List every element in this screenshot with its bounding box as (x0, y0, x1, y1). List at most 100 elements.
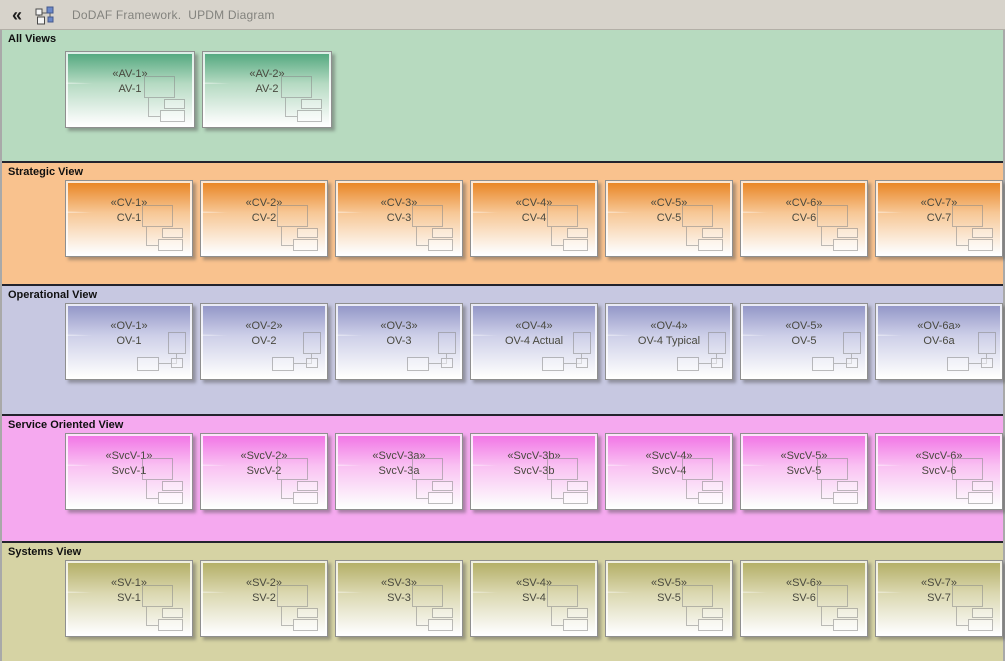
view-diagram-card[interactable]: «OV-4» OV-4 Actual (470, 303, 598, 380)
view-diagram-card[interactable]: «SvcV-4» SvcV-4 (605, 433, 733, 510)
card-name: SvcV-4 (606, 464, 732, 479)
card-row: «AV-1» AV-1 «AV-2» AV-2 (65, 51, 332, 128)
card-name: OV-4 Typical (606, 334, 732, 349)
view-diagram-card[interactable]: «SvcV-2» SvcV-2 (200, 433, 328, 510)
card-stereotype: «SV-5» (606, 576, 732, 591)
band-label: Service Oriented View (8, 419, 123, 431)
card-stereotype: «CV-3» (336, 196, 462, 211)
view-diagram-card[interactable]: «CV-1» CV-1 (65, 180, 193, 257)
card-name: OV-5 (741, 334, 867, 349)
card-name: AV-2 (203, 82, 331, 97)
card-stereotype: «OV-5» (741, 319, 867, 334)
card-name: SvcV-2 (201, 464, 327, 479)
card-name: SvcV-1 (66, 464, 192, 479)
view-diagram-card[interactable]: «OV-1» OV-1 (65, 303, 193, 380)
card-stereotype: «SV-4» (471, 576, 597, 591)
card-stereotype: «AV-2» (203, 67, 331, 82)
card-stereotype: «AV-1» (66, 67, 194, 82)
view-diagram-card[interactable]: «SV-2» SV-2 (200, 560, 328, 637)
collapse-chevrons-icon[interactable]: « (8, 2, 26, 28)
card-name: OV-2 (201, 334, 327, 349)
card-stereotype: «CV-1» (66, 196, 192, 211)
bands: All Views «AV-1» AV-1 «AV-2» AV-2 Strate… (0, 30, 1005, 661)
view-diagram-card[interactable]: «AV-2» AV-2 (202, 51, 332, 128)
view-diagram-card[interactable]: «SV-7» SV-7 (875, 560, 1003, 637)
card-stereotype: «SvcV-3a» (336, 449, 462, 464)
view-diagram-card[interactable]: «SvcV-5» SvcV-5 (740, 433, 868, 510)
view-band: Systems View «SV-1» SV-1 «SV-2» SV-2 (2, 541, 1003, 661)
view-diagram-card[interactable]: «SvcV-3b» SvcV-3b (470, 433, 598, 510)
card-stereotype: «SvcV-3b» (471, 449, 597, 464)
view-diagram-card[interactable]: «SvcV-3a» SvcV-3a (335, 433, 463, 510)
card-name: SvcV-5 (741, 464, 867, 479)
band-label: All Views (8, 33, 56, 45)
card-name: SvcV-3b (471, 464, 597, 479)
card-stereotype: «CV-4» (471, 196, 597, 211)
view-diagram-card[interactable]: «SvcV-1» SvcV-1 (65, 433, 193, 510)
card-row: «OV-1» OV-1 «OV-2» OV-2 «OV-3» OV-3 (65, 303, 1003, 380)
band-label: Strategic View (8, 166, 83, 178)
diagram-package-name: DoDAF Framework. (72, 8, 181, 22)
card-name: CV-1 (66, 211, 192, 226)
card-row: «SvcV-1» SvcV-1 «SvcV-2» SvcV-2 «SvcV-3a… (65, 433, 1003, 510)
view-diagram-card[interactable]: «OV-3» OV-3 (335, 303, 463, 380)
view-diagram-card[interactable]: «SV-3» SV-3 (335, 560, 463, 637)
card-name: SV-5 (606, 591, 732, 606)
card-stereotype: «SV-3» (336, 576, 462, 591)
view-band: Operational View «OV-1» OV-1 «OV-2» OV-2 (2, 284, 1003, 414)
app-window: « DoDAF Framework. UPDM Diagram All View… (0, 0, 1005, 661)
view-diagram-card[interactable]: «SV-4» SV-4 (470, 560, 598, 637)
card-stereotype: «SvcV-1» (66, 449, 192, 464)
card-stereotype: «SV-6» (741, 576, 867, 591)
card-stereotype: «CV-6» (741, 196, 867, 211)
card-name: SV-7 (876, 591, 1002, 606)
card-name: OV-1 (66, 334, 192, 349)
card-stereotype: «OV-2» (201, 319, 327, 334)
card-stereotype: «OV-1» (66, 319, 192, 334)
view-diagram-card[interactable]: «CV-4» CV-4 (470, 180, 598, 257)
view-diagram-card[interactable]: «AV-1» AV-1 (65, 51, 195, 128)
view-band: Service Oriented View «SvcV-1» SvcV-1 «S… (2, 414, 1003, 541)
diagram-hierarchy-icon[interactable] (34, 5, 56, 25)
view-band: All Views «AV-1» AV-1 «AV-2» AV-2 (2, 30, 1003, 161)
card-name: CV-3 (336, 211, 462, 226)
view-diagram-card[interactable]: «OV-4» OV-4 Typical (605, 303, 733, 380)
card-name: OV-6a (876, 334, 1002, 349)
card-stereotype: «OV-4» (471, 319, 597, 334)
band-label: Systems View (8, 546, 81, 558)
view-diagram-card[interactable]: «CV-7» CV-7 (875, 180, 1003, 257)
card-stereotype: «OV-3» (336, 319, 462, 334)
card-name: CV-2 (201, 211, 327, 226)
card-stereotype: «CV-7» (876, 196, 1002, 211)
card-stereotype: «OV-4» (606, 319, 732, 334)
view-diagram-card[interactable]: «OV-5» OV-5 (740, 303, 868, 380)
card-row: «CV-1» CV-1 «CV-2» CV-2 «CV-3» CV-3 (65, 180, 1003, 257)
card-stereotype: «SV-1» (66, 576, 192, 591)
card-name: SV-6 (741, 591, 867, 606)
card-stereotype: «SvcV-4» (606, 449, 732, 464)
card-stereotype: «OV-6a» (876, 319, 1002, 334)
card-name: CV-4 (471, 211, 597, 226)
diagram-toolbar: « DoDAF Framework. UPDM Diagram (0, 0, 1005, 30)
card-stereotype: «SvcV-2» (201, 449, 327, 464)
card-stereotype: «CV-2» (201, 196, 327, 211)
view-diagram-card[interactable]: «CV-3» CV-3 (335, 180, 463, 257)
card-name: SV-1 (66, 591, 192, 606)
card-name: OV-4 Actual (471, 334, 597, 349)
diagram-name: UPDM Diagram (188, 8, 274, 22)
card-name: OV-3 (336, 334, 462, 349)
card-row: «SV-1» SV-1 «SV-2» SV-2 «SV-3» SV-3 (65, 560, 1003, 637)
view-diagram-card[interactable]: «CV-2» CV-2 (200, 180, 328, 257)
view-diagram-card[interactable]: «OV-6a» OV-6a (875, 303, 1003, 380)
view-diagram-card[interactable]: «SV-5» SV-5 (605, 560, 733, 637)
view-diagram-card[interactable]: «SV-1» SV-1 (65, 560, 193, 637)
view-diagram-card[interactable]: «SV-6» SV-6 (740, 560, 868, 637)
card-name: CV-5 (606, 211, 732, 226)
view-diagram-card[interactable]: «CV-6» CV-6 (740, 180, 868, 257)
card-stereotype: «SvcV-5» (741, 449, 867, 464)
view-diagram-card[interactable]: «CV-5» CV-5 (605, 180, 733, 257)
card-name: SV-3 (336, 591, 462, 606)
card-name: CV-6 (741, 211, 867, 226)
view-diagram-card[interactable]: «SvcV-6» SvcV-6 (875, 433, 1003, 510)
view-diagram-card[interactable]: «OV-2» OV-2 (200, 303, 328, 380)
